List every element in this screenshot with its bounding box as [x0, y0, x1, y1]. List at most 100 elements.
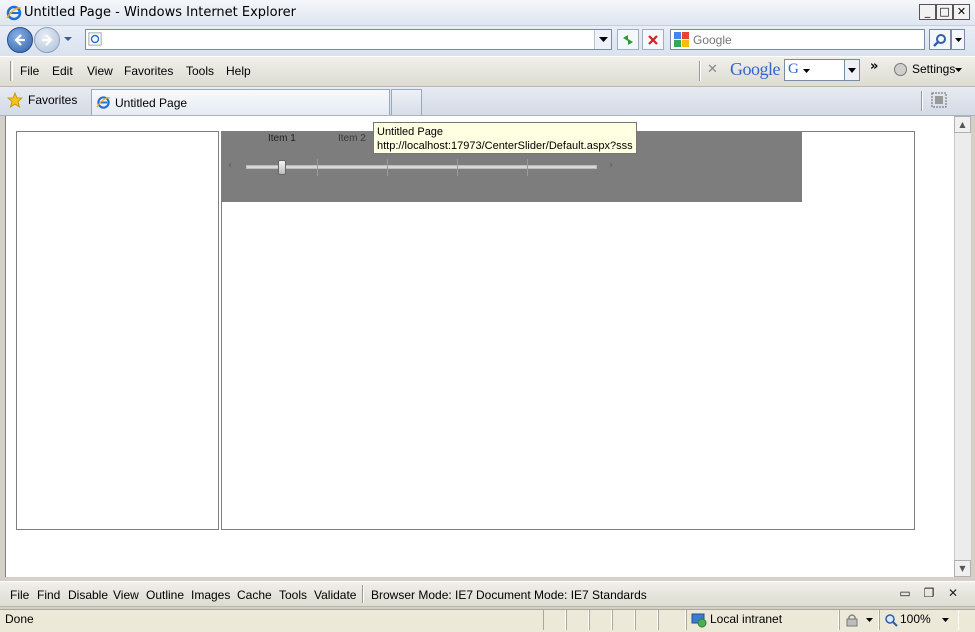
search-input[interactable]	[693, 32, 921, 47]
recent-pages-dropdown-icon[interactable]	[63, 35, 73, 43]
unpin-panel-icon[interactable]: ❐	[921, 586, 937, 600]
menu-favorites-label: Favorites	[124, 64, 174, 78]
refresh-icon	[623, 35, 633, 45]
settings-label: Settings	[912, 62, 956, 76]
status-pane	[566, 610, 589, 630]
minimize-button[interactable]: _	[919, 4, 936, 20]
dev-menu-validate[interactable]: Validate	[314, 588, 356, 602]
google-logo[interactable]: Google	[730, 59, 781, 80]
scroll-down-button[interactable]: ▼	[954, 560, 971, 577]
toolbar-separator	[699, 61, 701, 81]
arrow-right-icon	[42, 34, 53, 46]
protected-mode-icon	[846, 614, 858, 627]
dev-menu-disable[interactable]: Disable	[68, 588, 108, 602]
status-pane	[635, 610, 658, 630]
window-title: Untitled Page - Windows Internet Explore…	[24, 5, 297, 20]
magnifier-icon	[933, 34, 946, 47]
address-dropdown-button[interactable]	[594, 30, 611, 49]
menu-help[interactable]: Help	[226, 64, 251, 78]
toolbar-separator	[921, 91, 923, 111]
google-toolbar-search-box[interactable]: G	[784, 59, 860, 81]
menu-favorites[interactable]: Favorites	[124, 64, 173, 78]
toolbar-separator	[362, 585, 364, 603]
chevron-down-icon	[955, 68, 962, 72]
maximize-button[interactable]: □	[936, 4, 953, 20]
minimize-panel-icon[interactable]: ▭	[897, 586, 913, 600]
vertical-scrollbar[interactable]	[954, 116, 971, 577]
google-search-dropdown-button[interactable]	[844, 60, 859, 80]
stop-button[interactable]	[642, 29, 664, 50]
google-g-icon: G	[788, 61, 799, 77]
chevron-down-icon[interactable]	[942, 618, 949, 622]
zoom-icon	[885, 614, 898, 627]
dev-menu-find[interactable]: Find	[37, 588, 60, 602]
dev-menu-cache[interactable]: Cache	[237, 588, 272, 602]
search-go-button[interactable]	[929, 29, 951, 50]
tooltip: Untitled Page http://localhost:17973/Cen…	[373, 122, 637, 154]
slider-track[interactable]	[246, 165, 597, 169]
new-tab-button[interactable]	[391, 89, 422, 115]
status-pane	[589, 610, 612, 630]
stop-icon	[648, 35, 658, 45]
dev-menu-file[interactable]: File	[10, 588, 29, 602]
tab-untitled-page[interactable]: Untitled Page	[91, 89, 390, 115]
ie-logo-icon	[6, 5, 22, 21]
tab-title: Untitled Page	[115, 96, 188, 110]
scroll-up-button[interactable]: ▲	[954, 116, 971, 133]
ie-page-icon	[88, 32, 102, 46]
wrench-icon	[894, 63, 907, 76]
status-pane	[658, 610, 686, 630]
refresh-button[interactable]	[617, 29, 639, 50]
dev-menu-outline[interactable]: Outline	[146, 588, 184, 602]
status-pane	[543, 610, 566, 630]
menu-tools-label: Tools	[186, 64, 215, 78]
address-bar[interactable]	[85, 29, 612, 50]
menu-edit[interactable]: Edit	[52, 64, 73, 78]
chevron-down-icon[interactable]	[866, 618, 873, 622]
slider-left-arrow[interactable]: ‹	[228, 160, 232, 171]
google-search-provider-icon	[674, 32, 689, 47]
intranet-zone-icon	[691, 613, 707, 628]
dev-menu-images[interactable]: Images	[191, 588, 230, 602]
chevron-down-icon	[848, 68, 856, 73]
menu-file-label: File	[20, 64, 40, 78]
google-toolbar-close-button[interactable]: ✕	[707, 62, 718, 77]
slider-tick	[317, 159, 318, 176]
security-zone-label: Local intranet	[710, 612, 783, 626]
search-box[interactable]	[670, 29, 925, 50]
slider-item-label[interactable]: Item 2	[338, 133, 366, 144]
menu-grip	[10, 61, 13, 81]
status-text: Done	[5, 612, 34, 626]
slider-tick	[527, 159, 528, 176]
menu-view[interactable]: View	[87, 64, 113, 78]
slider-thumb[interactable]	[278, 160, 286, 175]
zoom-level: 100%	[900, 612, 931, 626]
google-logo-text: Google	[730, 59, 781, 79]
menu-help-label: Help	[226, 64, 251, 78]
favorites-label: Favorites	[28, 93, 78, 107]
menu-file[interactable]: File	[20, 64, 39, 78]
web-slice-icon[interactable]	[931, 92, 947, 108]
browser-mode-menu[interactable]: Browser Mode: IE7	[371, 588, 473, 602]
slider-item-label[interactable]: Item 1	[268, 133, 296, 144]
dev-menu-tools[interactable]: Tools	[279, 588, 307, 602]
chevron-down-icon	[803, 69, 810, 73]
close-panel-icon[interactable]: ✕	[945, 586, 961, 600]
menu-tools[interactable]: Tools	[186, 64, 214, 78]
slider-tick	[457, 159, 458, 176]
slider-right-arrow[interactable]: ›	[609, 160, 613, 171]
search-options-button[interactable]	[951, 29, 965, 50]
chevron-down-icon	[599, 37, 608, 42]
arrow-left-icon	[14, 34, 25, 46]
tooltip-url: http://localhost:17973/CenterSlider/Defa…	[377, 140, 633, 152]
back-button[interactable]	[7, 27, 33, 53]
status-pane	[612, 610, 635, 630]
forward-button[interactable]	[34, 27, 60, 53]
dev-menu-view[interactable]: View	[113, 588, 139, 602]
document-mode-menu[interactable]: Document Mode: IE7 Standards	[476, 588, 647, 602]
slider-tick	[387, 159, 388, 176]
left-panel	[16, 131, 219, 530]
tooltip-title: Untitled Page	[377, 126, 444, 138]
close-button[interactable]: ✕	[953, 4, 970, 20]
more-buttons-chevron[interactable]: »	[870, 59, 878, 74]
